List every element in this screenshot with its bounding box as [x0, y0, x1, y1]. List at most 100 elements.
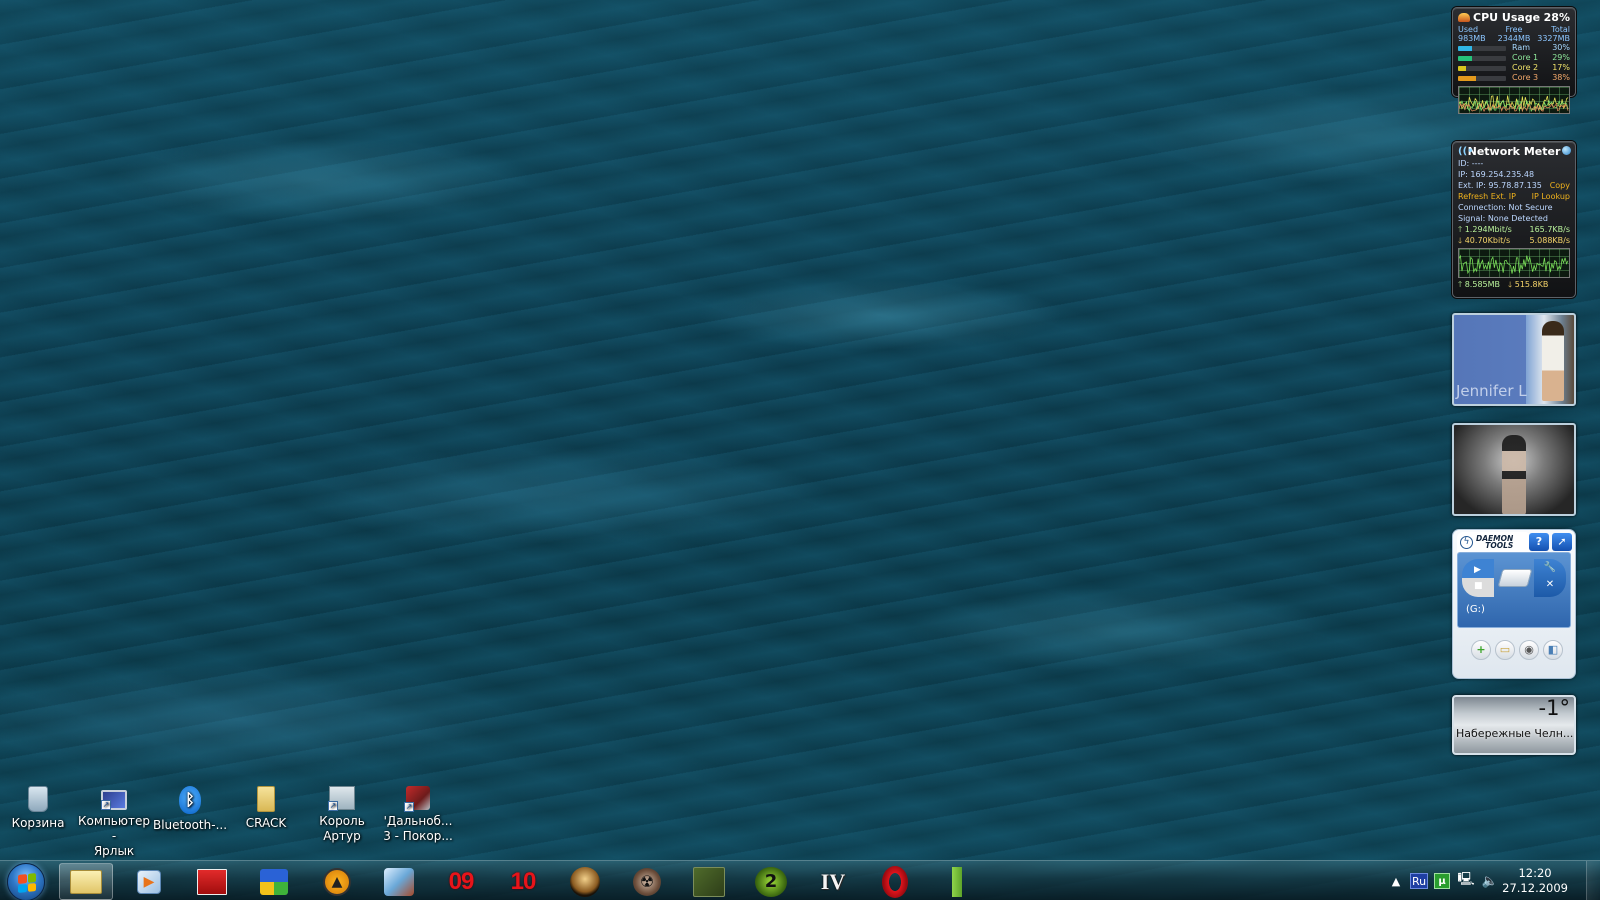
media-player-icon: ▶: [137, 869, 161, 894]
drive-settings-icon[interactable]: ◉: [1519, 640, 1539, 660]
taskbar-radiation-game[interactable]: ☢: [620, 863, 674, 900]
ip-lookup-link[interactable]: IP Lookup: [1532, 191, 1570, 202]
network-history-lines: [1459, 254, 1569, 275]
desktop-icon-label: Компьютер -: [78, 814, 150, 843]
cpu-usage-gadget[interactable]: CPU Usage 28% Used Free Total 983MB 2344…: [1452, 7, 1576, 114]
help-button[interactable]: ?: [1529, 533, 1549, 551]
meter-name: Core 2: [1512, 63, 1539, 72]
virtual-drive-panel: ▶ ■ 🔧 ✕ (G:): [1457, 552, 1571, 628]
half-life-2-icon: 2: [755, 866, 787, 897]
network-download-rate: 🡓 40.70Kbit/s 5.088KB/s: [1458, 235, 1570, 246]
upload-arrow-icon: 🡑: [1458, 225, 1463, 234]
slideshow-gadget-1[interactable]: Jennifer L: [1452, 313, 1576, 406]
desktop-icon-recycle-bin[interactable]: Корзина: [0, 786, 76, 831]
taskbar-red-app[interactable]: [185, 863, 239, 900]
taskbar-aimp[interactable]: ▲: [310, 863, 364, 900]
taskbar-gta-iv[interactable]: IV: [806, 863, 860, 900]
cpu-meter-core-3: Core 3 38%: [1458, 73, 1570, 83]
opera-icon: [882, 865, 908, 898]
portrait-game-icon: [570, 866, 600, 897]
download-arrow-icon: 🡓: [1508, 280, 1513, 289]
taskbar-windows-media-player[interactable]: ▶: [122, 863, 176, 900]
volume-icon[interactable]: 🔈: [1482, 874, 1498, 889]
taskbar-drink-app[interactable]: [930, 863, 984, 900]
refresh-ext-ip-link[interactable]: Refresh Ext. IP: [1458, 191, 1516, 202]
memory-summary: Used Free Total 983MB 2344MB 3327MB: [1458, 25, 1570, 43]
desktop-icon-label: Артур: [323, 829, 361, 843]
desktop-icon-crack-folder[interactable]: CRACK: [228, 786, 304, 831]
desktop-icon-label: 3 - Покор...: [383, 829, 453, 843]
daemon-tools-gadget[interactable]: ϟ DAEMON TOOLS ? ➚ ▶ ■ 🔧 ✕ (G:) + ▭ ◉ ◧: [1452, 529, 1576, 679]
graph-line: [1459, 254, 1569, 275]
weather-temperature: -1°: [1538, 696, 1570, 720]
network-tray-icon[interactable]: 🖳: [1457, 870, 1474, 892]
desktop-icon-truck-game[interactable]: ↗ 'Дальноб... 3 - Покор...: [380, 786, 456, 844]
desktop-icon-computer[interactable]: ↗ Компьютер - Ярлык: [76, 786, 152, 859]
cpu-history-lines: [1459, 95, 1569, 113]
cpu-gauge-icon: [1458, 13, 1470, 22]
shortcut-arrow-icon: ↗: [404, 802, 414, 812]
taskbar-opera[interactable]: [868, 863, 922, 900]
download-bitrate: 40.70Kbit/s: [1464, 236, 1511, 245]
taskbar-game-09[interactable]: 09: [434, 863, 488, 900]
network-connection: Connection: Not Secure: [1458, 202, 1570, 213]
network-meter-gadget[interactable]: ((• Network Meter ID: ---- IP: 169.254.2…: [1452, 141, 1576, 298]
meter-bar: [1458, 45, 1506, 51]
daemon-tools-tab: ϟ DAEMON TOOLS: [1457, 532, 1531, 552]
download-arrow-icon: 🡓: [1458, 236, 1463, 245]
stop-icon[interactable]: ■: [1474, 581, 1483, 591]
wrench-icon[interactable]: 🔧: [1534, 559, 1566, 576]
meter-fill: [1458, 75, 1477, 81]
slideshow-gadget-2[interactable]: [1452, 423, 1576, 516]
taskbar-soldier-game[interactable]: [682, 863, 736, 900]
photo-image: [1542, 321, 1564, 401]
network-ext-ip-text: Ext. IP: 95.78.87.135: [1458, 181, 1542, 190]
weather-city: Набережные Челн...: [1456, 727, 1574, 740]
play-icon[interactable]: ▶: [1474, 565, 1481, 575]
memory-used-label: Used: [1458, 25, 1479, 34]
show-desktop-button[interactable]: [1586, 861, 1600, 900]
open-folder-icon[interactable]: ▭: [1495, 640, 1515, 660]
folder-icon: [70, 869, 102, 894]
copy-ip-link[interactable]: Copy: [1550, 180, 1570, 191]
cpu-gadget-title: CPU Usage: [1473, 11, 1541, 24]
language-indicator[interactable]: Ru: [1410, 873, 1428, 889]
rss-feed-icon[interactable]: ➚: [1552, 533, 1572, 551]
network-signal-text: Signal: None Detected: [1458, 214, 1548, 223]
globe-icon[interactable]: [1562, 146, 1571, 155]
photo-caption: Jennifer L: [1456, 382, 1527, 400]
network-totals: 🡑 8.585MB 🡓 515.8KB: [1458, 279, 1570, 293]
memory-total-label: Total: [1551, 25, 1570, 34]
memory-free-label: Free: [1505, 25, 1523, 34]
image-catalog-icon[interactable]: ◧: [1543, 640, 1563, 660]
desktop-icon-king-arthur[interactable]: ↗ Король Артур: [304, 786, 380, 844]
taskbar-portrait-game[interactable]: [558, 863, 612, 900]
cubes-icon: [260, 868, 288, 895]
network-history-graph: [1458, 248, 1570, 278]
photo-image: [1502, 435, 1526, 514]
taskbar-windows-explorer[interactable]: [59, 863, 113, 900]
clock[interactable]: 12:20 27.12.2009: [1502, 866, 1568, 896]
taskbar-game-10[interactable]: 10: [496, 863, 550, 900]
taskbar-cubes-app[interactable]: [247, 863, 301, 900]
motocross-game-icon: [384, 867, 414, 896]
king-arthur-shortcut-icon: ↗: [328, 786, 355, 811]
weather-gadget[interactable]: -1° Набережные Челн...: [1452, 695, 1576, 755]
computer-shortcut-icon: ↗: [101, 790, 127, 810]
meter-name: Core 1: [1512, 53, 1539, 62]
clock-time: 12:20: [1518, 866, 1552, 880]
desktop-icon-bluetooth[interactable]: ᛒ Bluetooth-...: [152, 786, 228, 833]
add-image-icon[interactable]: +: [1471, 640, 1491, 660]
taskbar-motocross-game[interactable]: [372, 863, 426, 900]
show-hidden-icons-button[interactable]: ▲: [1388, 875, 1404, 888]
utorrent-tray-icon[interactable]: µ: [1434, 873, 1450, 889]
meter-name: Ram: [1512, 43, 1531, 52]
upload-arrow-icon: 🡑: [1458, 280, 1463, 289]
truck-game-shortcut-icon: ↗: [404, 786, 430, 812]
windows-logo-icon: [18, 873, 36, 893]
cpu-meter-core-1: Core 1 29%: [1458, 53, 1570, 63]
start-button[interactable]: [7, 863, 45, 900]
unmount-close-icon[interactable]: ✕: [1534, 576, 1566, 593]
daemon-tools-brand: DAEMON TOOLS: [1476, 535, 1513, 550]
taskbar-half-life-2[interactable]: 2: [744, 863, 798, 900]
